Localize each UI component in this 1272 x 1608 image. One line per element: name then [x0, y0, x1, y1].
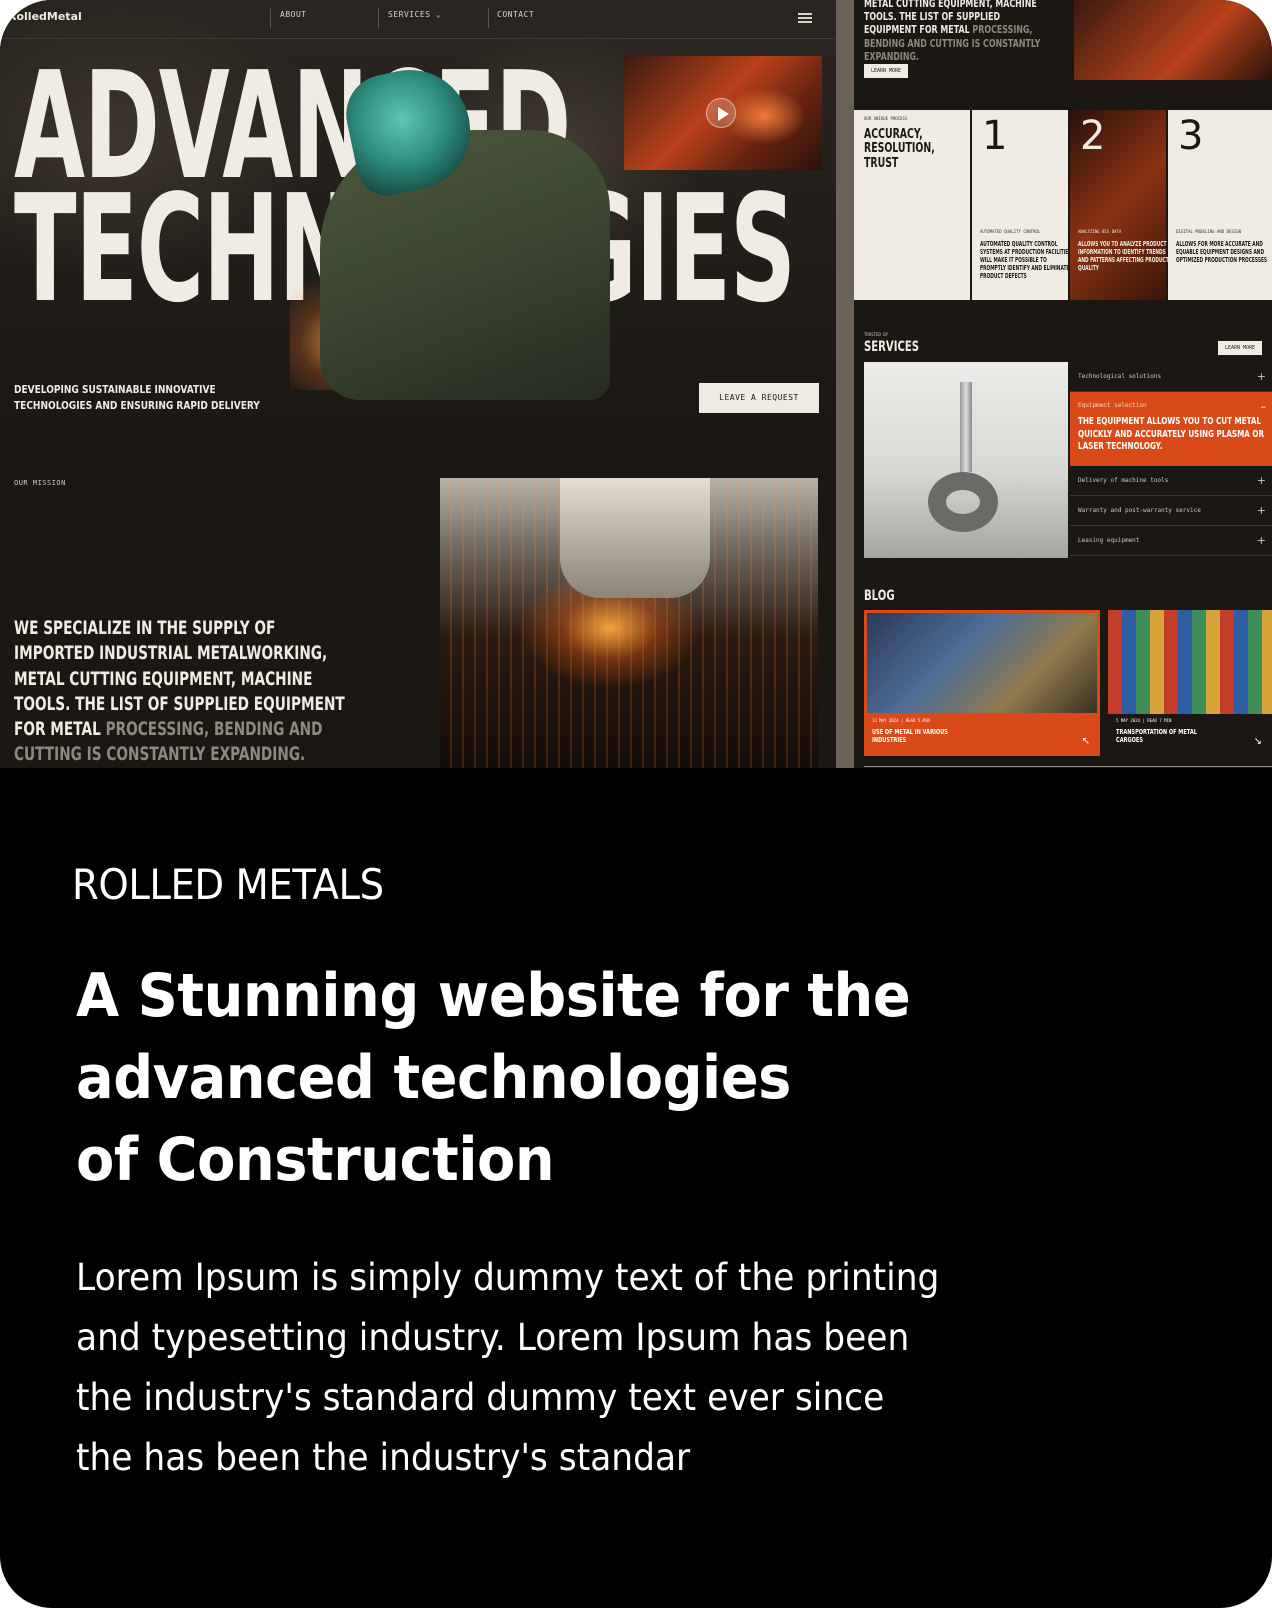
service-item-label: Warranty and post-warranty service — [1078, 507, 1201, 514]
hero-video-thumbnail[interactable] — [624, 56, 822, 170]
service-item-label: Delivery of machine tools — [1078, 477, 1169, 484]
nav-divider — [270, 8, 271, 28]
process-title: ACCURACY, RESOLUTION, TRUST — [864, 127, 935, 171]
services-page: METAL CUTTING EQUIPMENT, MACHINE TOOLS. … — [854, 0, 1272, 768]
process-intro: OUR UNIQUE PROCESS ACCURACY, RESOLUTION,… — [854, 110, 970, 300]
nav-services-label: SERVICES — [388, 10, 431, 19]
mission-label: OUR MISSION — [14, 479, 66, 487]
step-label: AUTOMATED QUALITY CONTROL — [980, 229, 1041, 234]
step-description: ALLOWS FOR MORE ACCURATE AND EQUABLE EQU… — [1176, 240, 1268, 265]
service-item[interactable]: Warranty and post-warranty service + — [1070, 496, 1272, 526]
service-item[interactable]: Technological solutions + — [1070, 362, 1272, 392]
chevron-down-icon: ⌄ — [435, 10, 442, 19]
laser-head — [560, 478, 710, 598]
machine-spindle — [960, 382, 972, 472]
service-item-label: Leasing equipment — [1078, 537, 1140, 544]
welder-image — [290, 58, 610, 400]
intro-image — [1074, 0, 1272, 80]
step-number: 3 — [1178, 113, 1204, 159]
blog-card[interactable]: 5 MAY 2024 | READ 7 MIN TRANSPORTATION O… — [1108, 610, 1272, 756]
blog-image — [1108, 610, 1272, 714]
plus-icon[interactable]: + — [1257, 504, 1266, 517]
blog-meta: 13 MAY 2024 | READ 5 MIN — [872, 718, 930, 723]
service-item[interactable]: Delivery of machine tools + — [1070, 466, 1272, 496]
step-description: AUTOMATED QUALITY CONTROL SYSTEMS AT PRO… — [980, 240, 1072, 281]
headline-line2: advanced technologies — [76, 1043, 791, 1113]
process-step: 1 AUTOMATED QUALITY CONTROL AUTOMATED QU… — [972, 110, 1071, 300]
learn-more-button[interactable]: LEARN MORE — [864, 64, 908, 78]
headline-line1: A Stunning website for the — [76, 961, 911, 1031]
blog-card[interactable]: 13 MAY 2024 | READ 5 MIN USE OF METAL IN… — [864, 610, 1100, 756]
nav-divider — [378, 8, 379, 28]
description-line2: and typesetting industry. Lorem Ipsum ha… — [76, 1316, 910, 1359]
headline-line3: of Construction — [76, 1125, 555, 1195]
blog-meta: 5 MAY 2024 | READ 7 MIN — [1116, 718, 1172, 723]
arrow-down-right-icon[interactable]: ↘ — [1254, 736, 1262, 747]
service-item-label: Equipment selection — [1078, 402, 1147, 409]
step-label: DIGITAL MODELING AND DESIGN — [1176, 229, 1242, 234]
services-title: SERVICES — [864, 339, 920, 355]
description-line3: the industry's standard dummy text ever … — [76, 1376, 885, 1419]
hero-subtitle: DEVELOPING SUSTAINABLE INNOVATIVE TECHNO… — [14, 382, 260, 414]
nav-services[interactable]: SERVICES ⌄ — [388, 10, 441, 19]
arrow-up-left-icon[interactable]: ↖ — [1082, 736, 1090, 747]
service-item-description: THE EQUIPMENT ALLOWS YOU TO CUT METAL QU… — [1078, 416, 1265, 452]
step-label: ANALYZING BIG DATA — [1078, 229, 1122, 234]
metal-ring — [928, 472, 998, 532]
blog-divider — [864, 766, 1272, 767]
service-item[interactable]: Leasing equipment + — [1070, 526, 1272, 556]
description-line4: the has been the industry's standar — [76, 1436, 691, 1479]
nav-underline — [0, 38, 836, 39]
minus-icon[interactable]: – — [1261, 400, 1267, 413]
headline: A Stunning website for the advanced tech… — [76, 955, 987, 1201]
blog-caption: USE OF METAL IN VARIOUS INDUSTRIES — [872, 728, 948, 745]
blog-caption: TRANSPORTATION OF METAL CARGOES — [1116, 728, 1197, 745]
nav-contact[interactable]: CONTACT — [497, 10, 534, 19]
step-description: ALLOWS YOU TO ANALYZE PRODUCT INFORMATIO… — [1078, 240, 1169, 273]
services-image — [864, 362, 1068, 558]
services-learn-more-button[interactable]: LEARN MORE — [1218, 341, 1262, 355]
nav-about[interactable]: ABOUT — [280, 10, 307, 19]
site-logo[interactable]: RolledMetal — [8, 10, 82, 23]
hero-page: RolledMetal ABOUT SERVICES ⌄ CONTACT ADV… — [0, 0, 836, 768]
page-gap — [836, 0, 854, 768]
blog-title: BLOG — [864, 588, 895, 604]
plus-icon[interactable]: + — [1257, 534, 1266, 547]
brand-name: ROLLED METALS — [72, 860, 384, 909]
hero-subtitle-line1: DEVELOPING SUSTAINABLE INNOVATIVE — [14, 383, 216, 396]
project-card[interactable]: RolledMetal ABOUT SERVICES ⌄ CONTACT ADV… — [0, 0, 1272, 1608]
description-line1: Lorem Ipsum is simply dummy text of the … — [76, 1256, 940, 1299]
process-step: 2 ANALYZING BIG DATA ALLOWS YOU TO ANALY… — [1070, 110, 1169, 300]
service-item-label: Technological solutions — [1078, 373, 1162, 380]
menu-icon[interactable] — [798, 13, 812, 23]
step-number: 2 — [1080, 113, 1106, 159]
website-preview: RolledMetal ABOUT SERVICES ⌄ CONTACT ADV… — [0, 0, 1272, 768]
nav-divider — [488, 8, 489, 28]
play-icon[interactable] — [706, 98, 736, 128]
services-small-label: TRUSTED BY — [864, 332, 889, 337]
laser-cutting-image — [440, 478, 818, 768]
mission-text: WE SPECIALIZE IN THE SUPPLY OF IMPORTED … — [14, 616, 360, 768]
process-step: 3 DIGITAL MODELING AND DESIGN ALLOWS FOR… — [1168, 110, 1272, 300]
plus-icon[interactable]: + — [1257, 474, 1266, 487]
process-small-label: OUR UNIQUE PROCESS — [864, 116, 908, 121]
blog-image — [867, 613, 1097, 713]
hero-subtitle-line2: TECHNOLOGIES AND ENSURING RAPID DELIVERY — [14, 398, 260, 412]
services-accordion: Technological solutions + Equipment sele… — [1070, 362, 1272, 556]
step-number: 1 — [982, 113, 1008, 159]
plus-icon[interactable]: + — [1257, 370, 1266, 383]
service-item-active[interactable]: Equipment selection – THE EQUIPMENT ALLO… — [1070, 392, 1272, 466]
right-intro-text: METAL CUTTING EQUIPMENT, MACHINE TOOLS. … — [864, 0, 1051, 63]
leave-request-button[interactable]: LEAVE A REQUEST — [699, 383, 819, 413]
description: Lorem Ipsum is simply dummy text of the … — [76, 1248, 1043, 1488]
